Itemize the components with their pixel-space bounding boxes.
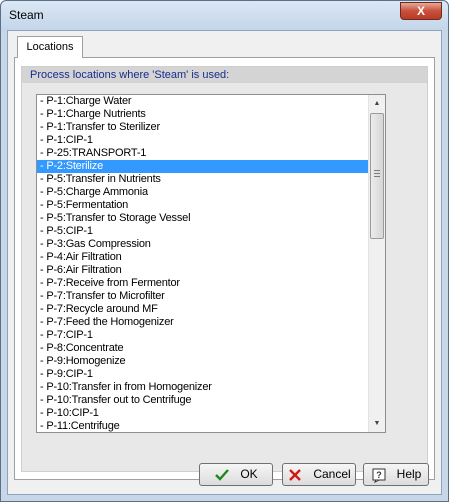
window-title: Steam	[9, 8, 44, 22]
list-item[interactable]: - P-10:Transfer out to Centrifuge	[37, 394, 370, 407]
list-item[interactable]: - P-3:Gas Compression	[37, 238, 370, 251]
list-item[interactable]: - P-10:CIP-1	[37, 407, 370, 420]
scroll-thumb[interactable]	[370, 113, 384, 239]
locations-tab-panel: Process locations where 'Steam' is used:…	[14, 57, 435, 480]
list-item[interactable]: - P-7:Transfer to Microfilter	[37, 290, 370, 303]
list-item[interactable]: - P-1:Charge Water	[37, 95, 370, 108]
list-item[interactable]: - P-6:Air Filtration	[37, 264, 370, 277]
list-item[interactable]: - P-5:Transfer to Storage Vessel	[37, 212, 370, 225]
list-item[interactable]: - P-7:Feed the Homogenizer	[37, 316, 370, 329]
tab-locations[interactable]: Locations	[17, 36, 83, 58]
x-icon	[287, 467, 303, 483]
process-locations-group: Process locations where 'Steam' is used:…	[21, 66, 428, 472]
list-item[interactable]: - P-5:Transfer in Nutrients	[37, 173, 370, 186]
ok-button[interactable]: OK	[199, 463, 273, 486]
list-item[interactable]: - P-5:Charge Ammonia	[37, 186, 370, 199]
title-bar[interactable]: Steam X	[1, 1, 448, 31]
process-locations-list[interactable]: - P-1:Charge Water - P-1:Charge Nutrients…	[36, 94, 386, 433]
list-item[interactable]: - P-7:Recycle around MF	[37, 303, 370, 316]
help-label: Help	[396, 467, 422, 481]
list-item[interactable]: - P-1:CIP-1	[37, 134, 370, 147]
cancel-label: Cancel	[313, 467, 351, 481]
vertical-scrollbar[interactable]: ▲ ▼	[368, 95, 385, 432]
list-items-container: - P-1:Charge Water - P-1:Charge Nutrients…	[37, 95, 370, 432]
list-item[interactable]: - P-4:Air Filtration	[37, 251, 370, 264]
scroll-up-arrow-icon[interactable]: ▲	[369, 95, 385, 112]
list-item[interactable]: - P-1:Charge Nutrients	[37, 108, 370, 121]
help-icon: ?	[371, 467, 387, 483]
dialog-client-area: Locations Process locations where 'Steam…	[7, 30, 442, 495]
list-item[interactable]: - P-9:CIP-1	[37, 368, 370, 381]
ok-label: OK	[240, 467, 258, 481]
close-button[interactable]: X	[400, 2, 442, 20]
steam-dialog: Steam X Locations Process locations wher…	[0, 0, 449, 502]
list-item[interactable]: - P-8:Concentrate	[37, 342, 370, 355]
group-header: Process locations where 'Steam' is used:	[22, 67, 427, 83]
list-item[interactable]: - P-10:Transfer in from Homogenizer	[37, 381, 370, 394]
list-item[interactable]: - P-7:Receive from Fermentor	[37, 277, 370, 290]
list-item[interactable]: - P-2:Sterilize	[37, 160, 370, 173]
list-item[interactable]: - P-25:TRANSPORT-1	[37, 147, 370, 160]
list-item[interactable]: - P-7:CIP-1	[37, 329, 370, 342]
grip-icon	[374, 170, 380, 177]
checkmark-icon	[214, 467, 230, 483]
cancel-button[interactable]: Cancel	[282, 463, 356, 486]
list-item[interactable]: - P-5:CIP-1	[37, 225, 370, 238]
list-item[interactable]: - P-1:Transfer to Sterilizer	[37, 121, 370, 134]
svg-text:?: ?	[376, 470, 382, 480]
list-item[interactable]: - P-9:Homogenize	[37, 355, 370, 368]
list-item[interactable]: - P-11:Centrifuge	[37, 420, 370, 432]
help-button[interactable]: ? Help	[363, 463, 429, 486]
scroll-down-arrow-icon[interactable]: ▼	[369, 415, 385, 432]
list-item[interactable]: - P-5:Fermentation	[37, 199, 370, 212]
